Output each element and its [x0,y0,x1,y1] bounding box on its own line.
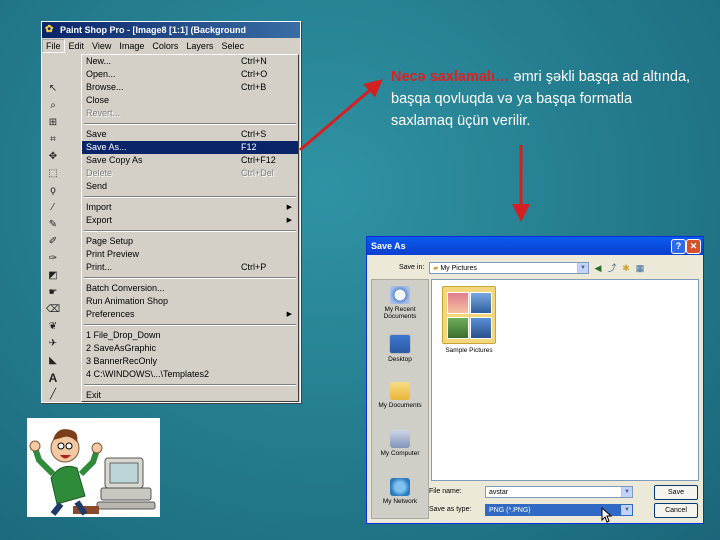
file-name-label: File name: [429,488,462,495]
chevron-down-icon: ▼ [621,487,632,497]
save-as-dialog: Save As ? ✕ Save in: ▰ My Pictures ▼ ◀ ⤴… [366,236,704,524]
place-recent[interactable]: My Recent Documents [372,286,428,320]
arrow-to-caption [299,79,383,152]
place-recent-label: My Recent Documents [383,306,417,320]
folder-icon: ▰ [433,265,439,272]
save-in-label: Save in: [399,264,425,271]
folder-thumbnail-icon [442,286,496,344]
my-network-icon [390,478,410,496]
save-as-type-label: Save as type: [429,506,472,513]
views-menu-icon[interactable]: ▦ [635,263,645,273]
save-as-titlebar: Save As ? ✕ [367,237,703,255]
place-my-documents[interactable]: My Documents [372,382,428,409]
mouse-cursor-icon [601,507,613,523]
folder-label: Sample Pictures [445,347,493,354]
place-desktop[interactable]: Desktop [372,334,428,363]
cancel-button[interactable]: Cancel [654,503,698,518]
recent-documents-icon [390,286,410,304]
back-icon[interactable]: ◀ [593,263,603,273]
chevron-down-icon: ▼ [621,505,632,515]
place-my-network[interactable]: My Network [372,478,428,505]
close-button[interactable]: ✕ [686,239,701,254]
file-name-input[interactable]: avstar ▼ [485,486,633,498]
my-computer-icon [390,430,410,448]
chevron-down-icon: ▼ [577,263,588,273]
file-list[interactable]: Sample Pictures [431,279,699,481]
save-button[interactable]: Save [654,485,698,500]
frustrated-user-illustration [29,429,156,516]
places-bar: My Recent Documents Desktop My Documents… [371,279,429,519]
help-button[interactable]: ? [671,239,686,254]
save-as-type-value: PNG (*.PNG) [489,507,531,514]
save-in-combo[interactable]: ▰ My Pictures ▼ [429,262,589,274]
clipart-frustrated-user [27,418,160,517]
place-desktop-label: Desktop [388,356,412,363]
new-folder-icon[interactable]: ✱ [621,263,631,273]
desktop-icon [389,334,411,354]
place-my-network-label: My Network [382,498,418,505]
my-documents-icon [390,382,410,400]
up-folder-icon[interactable]: ⤴ [607,263,617,273]
place-my-documents-label: My Documents [378,402,422,409]
place-my-computer[interactable]: My Computer [372,430,428,457]
save-as-title: Save As [371,241,406,251]
save-in-value: My Pictures [440,265,477,272]
file-name-value: avstar [489,489,509,496]
place-my-computer-label: My Computer [380,450,420,457]
folder-sample-pictures[interactable]: Sample Pictures [438,286,500,354]
